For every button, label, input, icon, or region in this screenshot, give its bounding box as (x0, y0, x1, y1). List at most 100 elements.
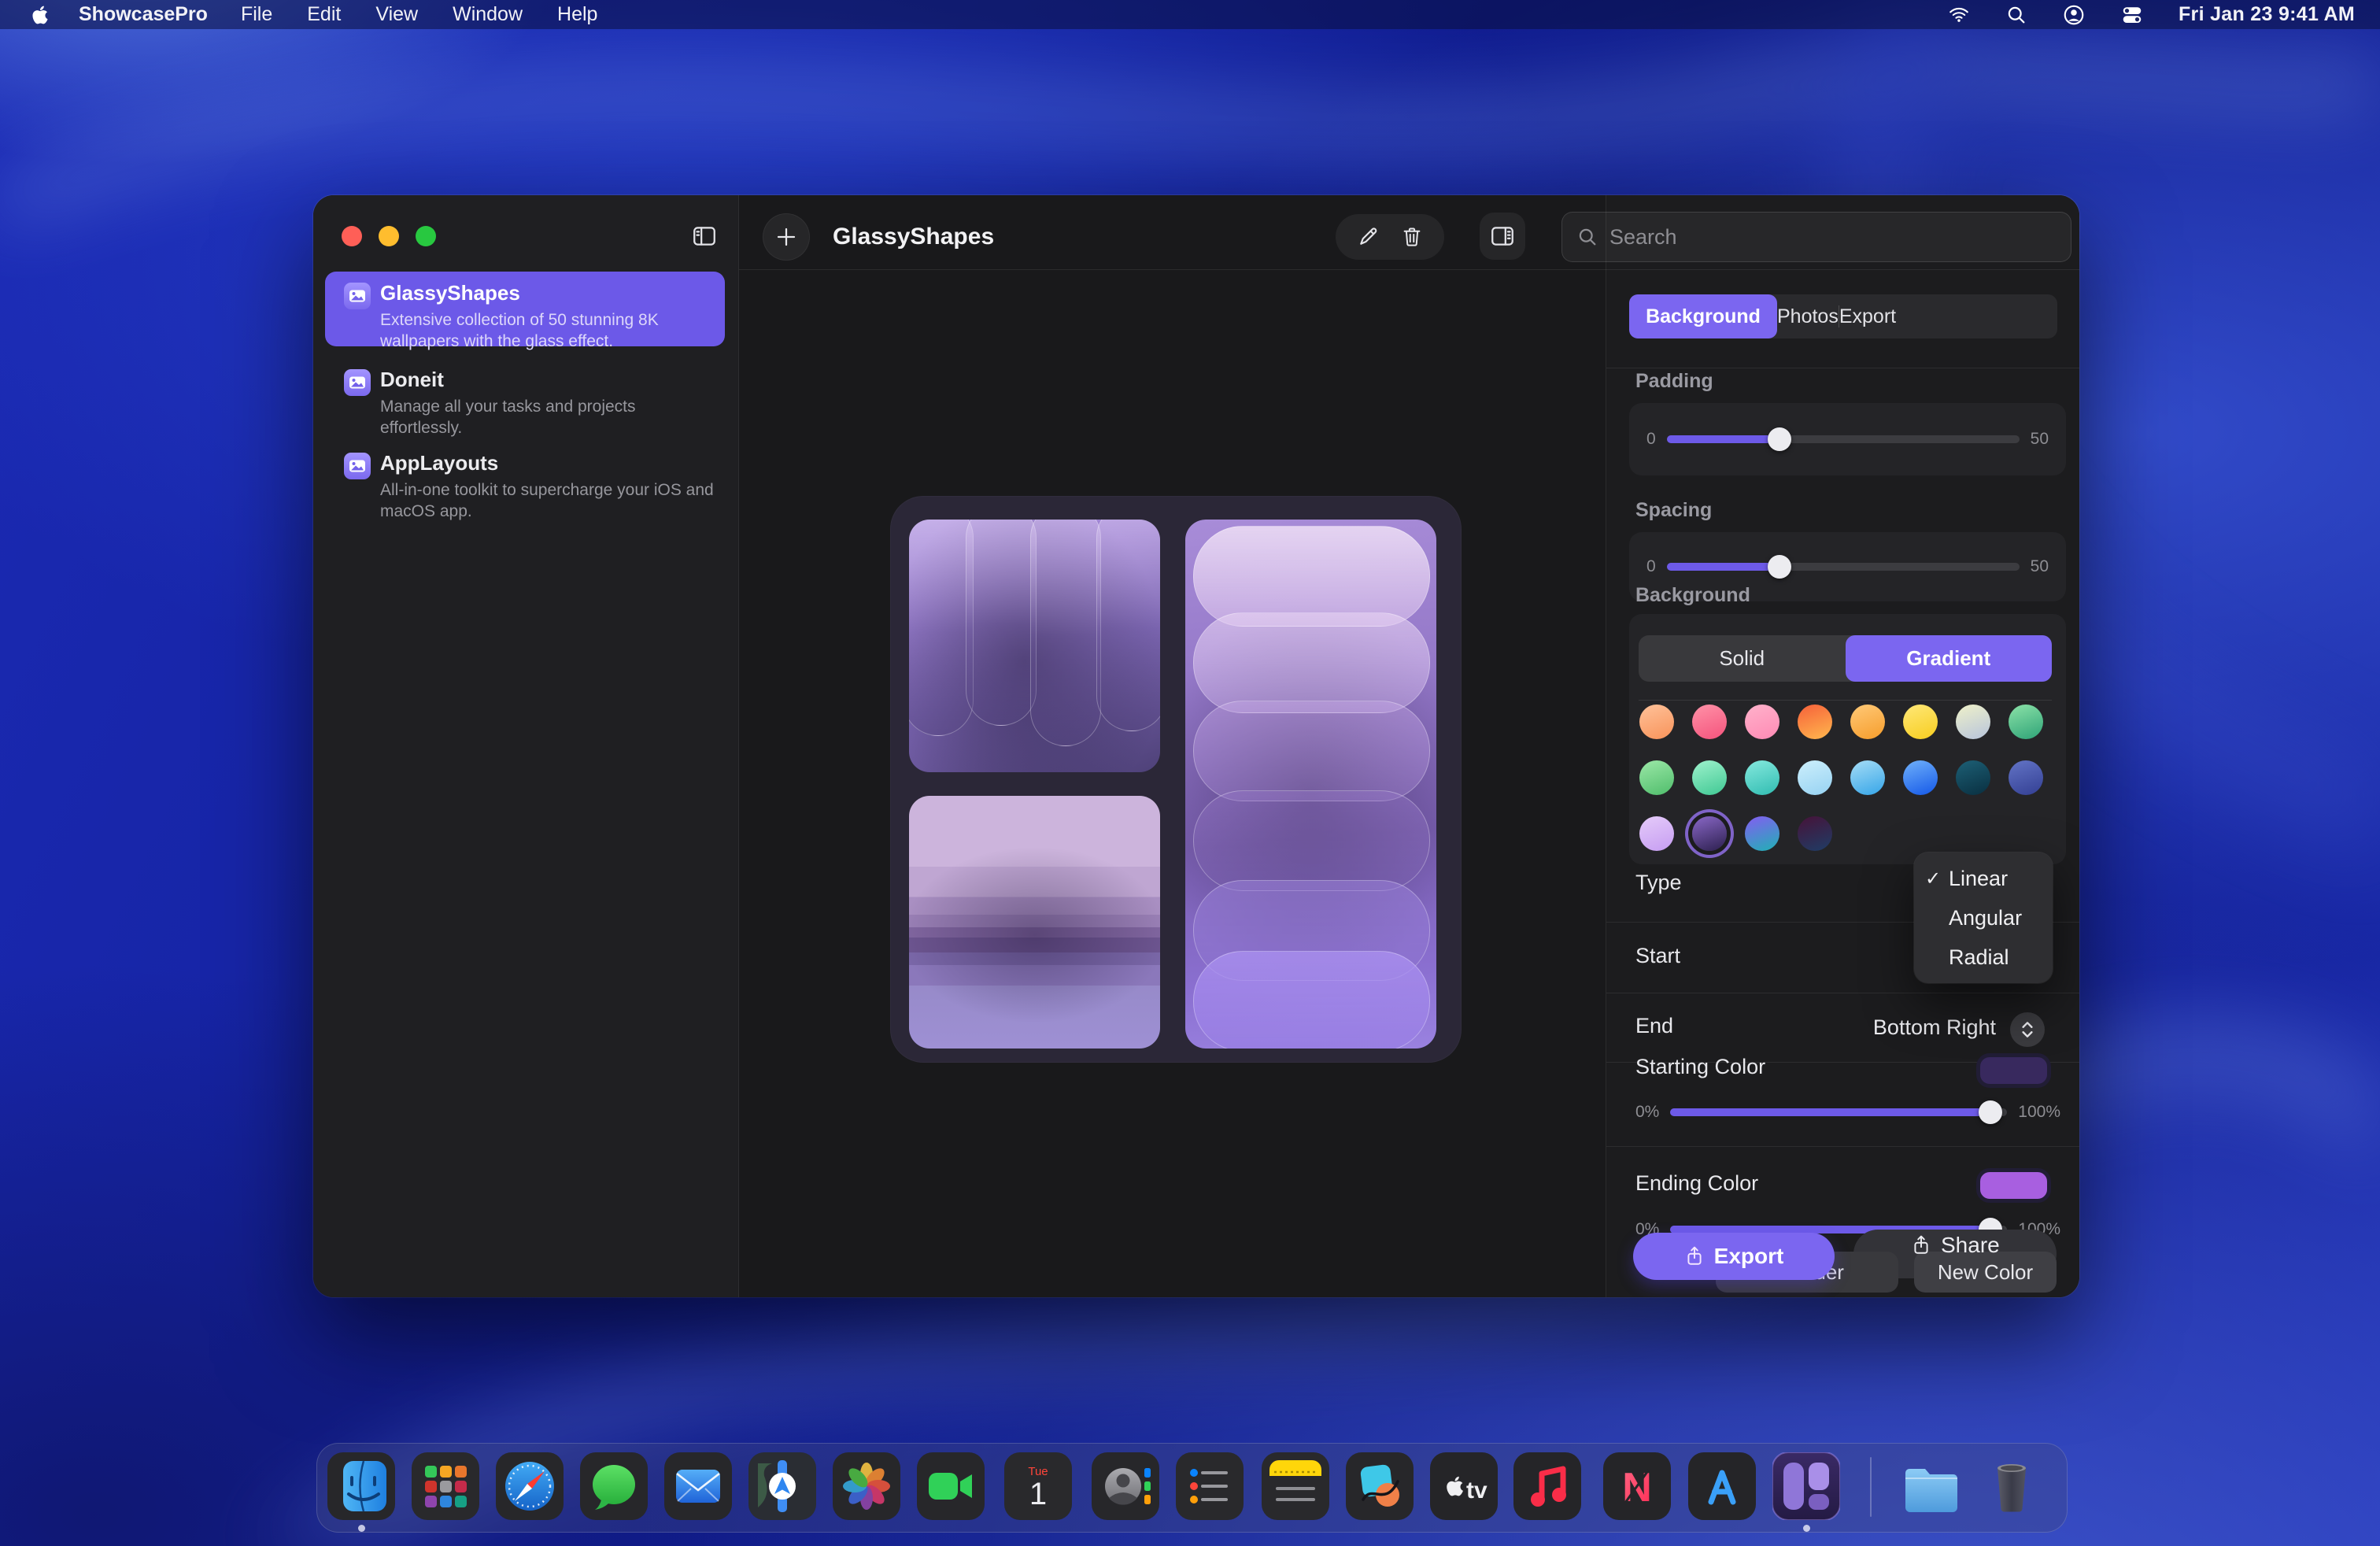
sidebar-item-title: Doneit (380, 368, 444, 392)
menu-app-name[interactable]: ShowcasePro (79, 3, 208, 26)
swatch-paleblue[interactable] (1798, 760, 1832, 795)
swatch-sky[interactable] (1850, 760, 1885, 795)
sidebar-item-glassyshapes[interactable]: GlassyShapes Extensive collection of 50 … (325, 272, 725, 346)
sidebar-item-title: GlassyShapes (380, 281, 520, 305)
menu-bar: ShowcasePro File Edit View Window Help F… (0, 0, 2380, 29)
dock-showcasepro-icon[interactable] (1772, 1452, 1840, 1520)
dock-tv-icon[interactable]: tv (1430, 1452, 1498, 1520)
swatch-maroon-navy[interactable] (1798, 816, 1832, 851)
dock-trash-icon[interactable] (1978, 1452, 2046, 1520)
ending-color-chip[interactable] (1976, 1168, 2051, 1203)
inspector-tabs: Background Photos Export (1629, 294, 2057, 338)
padding-slider[interactable] (1667, 435, 2020, 443)
menu-item-edit[interactable]: Edit (307, 3, 341, 26)
mode-solid-button[interactable]: Solid (1639, 635, 1846, 682)
spacing-slider[interactable] (1667, 563, 2020, 571)
dock-divider (1870, 1457, 1872, 1517)
dock-notes-icon[interactable] (1262, 1452, 1329, 1520)
menu-option-radial[interactable]: Radial (1914, 938, 2053, 977)
running-indicator (358, 1525, 365, 1532)
swatch-yellow[interactable] (1903, 705, 1938, 739)
search-field[interactable] (1561, 212, 2071, 262)
dock-messages-icon[interactable] (580, 1452, 648, 1520)
dock-maps-icon[interactable] (748, 1452, 816, 1520)
export-button[interactable]: Export (1633, 1233, 1835, 1280)
dock-facetime-icon[interactable] (917, 1452, 985, 1520)
swatch-green[interactable] (2009, 705, 2043, 739)
mode-gradient-button[interactable]: Gradient (1846, 635, 2053, 682)
dock-music-icon[interactable] (1513, 1452, 1581, 1520)
app-window: GlassyShapes Extensive collection of 50 … (313, 195, 2079, 1297)
artwork-tile-stacked-pills (1185, 520, 1436, 1049)
running-indicator (1803, 1525, 1810, 1532)
dock-launchpad-icon[interactable] (412, 1452, 479, 1520)
add-project-button[interactable] (763, 213, 810, 261)
edit-pencil-icon[interactable] (1356, 225, 1380, 249)
starting-opacity-slider[interactable] (1670, 1108, 2007, 1116)
starting-color-chip[interactable] (1976, 1053, 2051, 1088)
close-button[interactable] (342, 226, 362, 246)
dock-finder-icon[interactable] (327, 1452, 395, 1520)
zoom-button[interactable] (416, 226, 436, 246)
share-button-label[interactable]: Share (1911, 1233, 2000, 1258)
dock-reminders-icon[interactable] (1176, 1452, 1244, 1520)
tab-photos[interactable]: Photos (1777, 294, 1839, 338)
menu-option-angular[interactable]: Angular (1914, 898, 2053, 938)
dock-news-icon[interactable]: N (1603, 1452, 1671, 1520)
sidebar-item-description: All-in-one toolkit to supercharge your i… (380, 479, 719, 522)
swatch-aqua[interactable] (1745, 760, 1779, 795)
swatch-pale[interactable] (1956, 705, 1990, 739)
control-center-icon[interactable] (2120, 3, 2144, 27)
swatch-darkpurple[interactable] (1692, 816, 1727, 851)
dock-contacts-icon[interactable] (1092, 1452, 1159, 1520)
svg-text:1: 1 (1029, 1477, 1047, 1511)
menu-clock[interactable]: Fri Jan 23 9:41 AM (2179, 3, 2355, 26)
search-input[interactable] (1608, 224, 2071, 250)
swatch-amber[interactable] (1850, 705, 1885, 739)
slider-thumb[interactable] (1768, 427, 1791, 451)
inspector-toggle-icon[interactable] (1480, 213, 1525, 260)
dock-safari-icon[interactable] (496, 1452, 564, 1520)
swatch-mint[interactable] (1692, 760, 1727, 795)
spotlight-search-icon[interactable] (2005, 4, 2027, 26)
swatch-lavender[interactable] (1639, 816, 1674, 851)
swatch-indigo[interactable] (2009, 760, 2043, 795)
apple-menu-icon[interactable] (31, 5, 49, 25)
menu-item-view[interactable]: View (375, 3, 418, 26)
gradient-type-menu: ✓ Linear Angular Radial (1914, 853, 2053, 983)
swatch-purpleteal[interactable] (1745, 816, 1779, 851)
slider-thumb[interactable] (1979, 1100, 2002, 1124)
dock-mail-icon[interactable] (664, 1452, 732, 1520)
dock-freeform-icon[interactable] (1346, 1452, 1414, 1520)
swatch-lightgreen[interactable] (1639, 760, 1674, 795)
slider-thumb[interactable] (1768, 555, 1791, 579)
sidebar-item-applayouts[interactable]: AppLayouts All-in-one toolkit to superch… (325, 442, 725, 516)
delete-trash-icon[interactable] (1400, 225, 1424, 249)
swatch-peach[interactable] (1639, 705, 1674, 739)
minimize-button[interactable] (379, 226, 399, 246)
tab-background[interactable]: Background (1629, 294, 1777, 338)
wifi-icon[interactable] (1947, 5, 1971, 25)
start-label: Start (1635, 944, 1680, 968)
swatch-coral[interactable] (1692, 705, 1727, 739)
dock-downloads-folder-icon[interactable] (1898, 1452, 1965, 1520)
sidebar-item-description: Extensive collection of 50 stunning 8K w… (380, 309, 719, 352)
dock-appstore-icon[interactable] (1688, 1452, 1756, 1520)
tab-export[interactable]: Export (1839, 294, 1896, 338)
menu-item-window[interactable]: Window (453, 3, 523, 26)
menu-option-linear[interactable]: ✓ Linear (1914, 859, 2053, 898)
sidebar-item-doneit[interactable]: Doneit Manage all your tasks and project… (325, 358, 725, 431)
swatch-orange[interactable] (1798, 705, 1832, 739)
swatch-pink[interactable] (1745, 705, 1779, 739)
end-stepper-icon[interactable] (2010, 1012, 2045, 1047)
padding-min: 0 (1646, 430, 1656, 449)
dock-calendar-icon[interactable]: Tue1 (1004, 1452, 1072, 1520)
menu-item-help[interactable]: Help (557, 3, 597, 26)
dock-photos-icon[interactable] (833, 1452, 900, 1520)
checkmark-icon: ✓ (1925, 867, 1949, 890)
swatch-blue[interactable] (1903, 760, 1938, 795)
swatch-darkteal[interactable] (1956, 760, 1990, 795)
menu-item-file[interactable]: File (241, 3, 272, 26)
user-account-icon[interactable] (2062, 3, 2086, 27)
sidebar-toggle-icon[interactable] (686, 219, 722, 253)
